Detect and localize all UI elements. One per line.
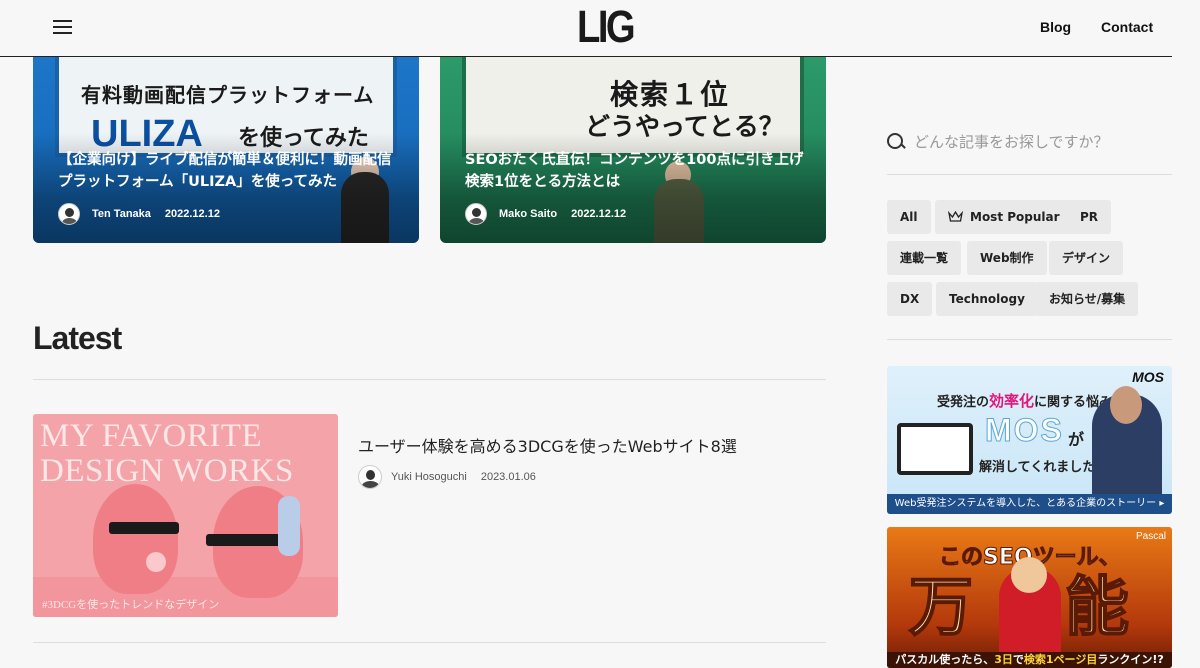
mos-logo: MOS xyxy=(1132,369,1164,385)
site-logo[interactable]: LIG xyxy=(577,4,636,50)
tag-label: Most Popular xyxy=(970,210,1060,224)
tag-technology[interactable]: Technology xyxy=(936,282,1038,316)
hero-illustration xyxy=(1011,557,1047,593)
post-date: 2022.12.12 xyxy=(571,208,627,220)
section-heading-latest: Latest xyxy=(33,320,122,356)
post-date: 2022.12.12 xyxy=(164,208,220,220)
nav-blog-link[interactable]: Blog xyxy=(1040,19,1071,35)
post-date: 2023.01.06 xyxy=(480,471,536,483)
sunglasses-illustration xyxy=(109,522,179,534)
banner-big-text: 万 xyxy=(908,571,974,645)
mos-ad-banner[interactable]: MOS 受発注の効率化に関する悩み MOS が 解消してくれました Web受発注… xyxy=(887,366,1172,514)
card-meta: Mako Saito 2022.12.12 xyxy=(465,203,626,225)
tag-series[interactable]: 連載一覧 xyxy=(887,241,962,275)
sidebar-divider xyxy=(887,174,1172,175)
headphones-illustration xyxy=(278,496,300,556)
banner-big-text: 能 xyxy=(1064,571,1130,645)
section-divider xyxy=(33,379,826,380)
banner-footer: パスカル使ったら、3日で検索1ページ目ランクイン!? xyxy=(887,652,1172,668)
site-header: LIG Blog Contact xyxy=(0,0,1200,57)
author-name[interactable]: Mako Saito xyxy=(499,208,557,220)
sunglasses-illustration xyxy=(206,534,284,546)
tag-dx[interactable]: DX xyxy=(887,282,933,316)
author-name[interactable]: Ten Tanaka xyxy=(92,208,151,220)
featured-card[interactable]: 有料動画配信プラットフォーム ULIZA を使ってみた 【企業向け】ライブ配信が… xyxy=(33,57,419,243)
pascal-logo: Pascal xyxy=(1135,531,1166,542)
banner-text: 受発注の効率化に関する悩み xyxy=(937,392,1113,410)
tag-design[interactable]: デザイン xyxy=(1049,241,1124,275)
tag-pr[interactable]: PR xyxy=(1067,200,1112,234)
card-meta: Ten Tanaka 2022.12.12 xyxy=(58,203,220,225)
article-title[interactable]: ユーザー体験を高める3DCGを使ったWebサイト8選 xyxy=(358,433,737,457)
tablet-illustration xyxy=(897,423,973,475)
search-icon[interactable] xyxy=(887,133,905,151)
header-divider xyxy=(0,56,1172,57)
author-avatar[interactable] xyxy=(58,203,80,225)
thumbnail-hashtag: #3DCGを使ったトレンドなデザイン xyxy=(42,599,220,611)
nav-contact-link[interactable]: Contact xyxy=(1101,19,1153,35)
card-title[interactable]: 【企業向け】ライブ配信が簡単＆便利に！動画配信プラットフォーム「ULIZA」を使… xyxy=(58,149,403,193)
person-photo xyxy=(1110,386,1142,424)
article-meta: Yuki Hosoguchi 2023.01.06 xyxy=(358,465,536,489)
tag-news-recruit[interactable]: お知らせ/募集 xyxy=(1036,282,1139,316)
featured-card[interactable]: 検索１位 どうやってとる？ SEOおたく氏直伝！コンテンツを100点に引き上げ検… xyxy=(440,57,826,243)
author-name[interactable]: Yuki Hosoguchi xyxy=(391,471,467,483)
sidebar-divider xyxy=(887,339,1172,340)
menu-icon[interactable] xyxy=(53,19,72,35)
pascal-ad-banner[interactable]: Pascal このSEOツール、 万 能 パスカル使ったら、3日で検索1ページ目… xyxy=(887,527,1172,668)
thumbnail-heading: 有料動画配信プラットフォーム xyxy=(81,83,375,107)
article-divider xyxy=(33,642,826,643)
crown-icon xyxy=(948,210,963,222)
banner-text: 解消してくれました xyxy=(979,460,1096,475)
thumbnail-heading: MY FAVORITE xyxy=(40,418,263,454)
banner-text: が xyxy=(1068,430,1085,449)
tag-all[interactable]: All xyxy=(887,200,931,234)
tag-web-production[interactable]: Web制作 xyxy=(967,241,1047,275)
author-avatar[interactable] xyxy=(465,203,487,225)
bust-illustration xyxy=(93,484,178,594)
bubblegum-illustration xyxy=(146,552,166,572)
banner-footer: Web受発注システムを導入した、とある企業のストーリー ▸ xyxy=(887,494,1172,514)
banner-brand-text: MOS xyxy=(985,412,1064,449)
thumbnail-heading: DESIGN WORKS xyxy=(40,453,294,489)
search-bar[interactable] xyxy=(887,128,1172,156)
search-input[interactable] xyxy=(914,133,1169,151)
card-title[interactable]: SEOおたく氏直伝！コンテンツを100点に引き上げ検索1位をとる方法とは xyxy=(465,149,810,193)
author-avatar[interactable] xyxy=(358,465,382,489)
article-thumbnail[interactable]: MY FAVORITE DESIGN WORKS #3DCGを使ったトレンドなデ… xyxy=(33,414,338,617)
tag-most-popular[interactable]: Most Popular xyxy=(935,200,1073,234)
